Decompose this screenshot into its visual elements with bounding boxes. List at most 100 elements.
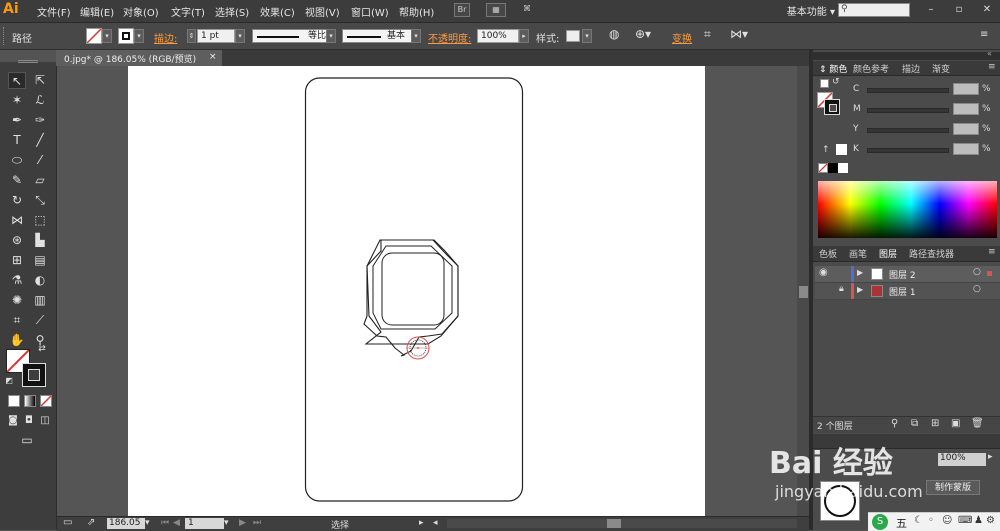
locate-object-icon[interactable]: ⚲ xyxy=(891,418,898,429)
frame-inner-screen[interactable] xyxy=(381,252,445,326)
fill-swatch[interactable] xyxy=(86,28,102,44)
selection-tool-icon[interactable]: ↖ xyxy=(8,72,26,89)
channel-k-slider[interactable] xyxy=(867,148,949,153)
zoom-dropdown[interactable]: ▾ xyxy=(145,518,150,528)
make-mask-button[interactable]: 制作蒙版 xyxy=(926,480,980,495)
keyboard-icon[interactable]: ⌨ xyxy=(958,515,972,526)
channel-m-input[interactable] xyxy=(953,103,979,115)
artboard-dropdown[interactable]: ▾ xyxy=(224,518,229,528)
stroke-weight-dropdown[interactable]: ▾ xyxy=(235,29,245,43)
perspective-grid-icon[interactable]: ▙ xyxy=(31,232,49,249)
visibility-eye-icon[interactable]: ◉ xyxy=(819,267,828,278)
cp-stroke-swatch[interactable] xyxy=(824,99,840,115)
horizontal-scrollbar[interactable] xyxy=(447,519,797,528)
gradient-mode-icon[interactable] xyxy=(24,395,36,407)
lock-icon[interactable]: 🔒︎ xyxy=(839,284,844,294)
transparency-opacity-input[interactable]: 100% xyxy=(938,453,986,466)
rotate-tool-icon[interactable]: ↻ xyxy=(8,192,26,209)
shape-builder-icon[interactable]: ⊛ xyxy=(8,232,26,249)
layers-panel-menu-icon[interactable]: ≡ xyxy=(988,247,996,257)
draw-inside-icon[interactable]: ◫ xyxy=(36,412,54,429)
next-artboard-icon[interactable]: ▶ xyxy=(239,518,246,528)
layer-target-icon[interactable]: ○ xyxy=(973,284,981,294)
slice-tool-icon[interactable]: ⟋ xyxy=(31,312,49,329)
stroke-weight-stepper[interactable]: ⇕ xyxy=(187,29,196,43)
comma-icon[interactable]: ◦ xyxy=(928,515,934,526)
pen-tool-icon[interactable]: ✒ xyxy=(8,112,26,129)
gradient-tool-icon[interactable]: ▤ xyxy=(31,252,49,269)
eraser-icon[interactable]: ▱ xyxy=(31,172,49,189)
transparency-opacity-dropdown[interactable]: ▸ xyxy=(988,452,993,462)
menu-effect[interactable]: 效果(C) xyxy=(260,4,295,19)
symbol-sprayer-icon[interactable]: ✺ xyxy=(8,292,26,309)
nav-icon[interactable]: ▭ xyxy=(63,517,72,528)
stroke-dropdown[interactable]: ▾ xyxy=(134,29,144,43)
mesh-tool-icon[interactable]: ⊞ xyxy=(8,252,26,269)
tab-color[interactable]: ⇕ 颜色 xyxy=(819,62,847,75)
panel-options-icon[interactable]: ⋈▾ xyxy=(730,27,748,41)
horizontal-scrollbar-thumb[interactable] xyxy=(607,519,621,528)
color-spectrum[interactable] xyxy=(818,181,997,238)
stroke-swatch[interactable] xyxy=(118,28,134,44)
gpu-performance-icon[interactable]: ⌘ xyxy=(519,3,535,17)
curvature-tool-icon[interactable]: ✑ xyxy=(31,112,49,129)
channel-y-slider[interactable] xyxy=(867,128,949,133)
transform-link[interactable]: 变换 xyxy=(672,30,692,45)
tab-stroke[interactable]: 描边 xyxy=(902,62,920,75)
delete-layer-icon[interactable]: 🗑︎ xyxy=(971,418,984,429)
menu-type[interactable]: 文字(T) xyxy=(171,4,205,19)
stroke-weight-input[interactable]: 1 pt xyxy=(197,29,235,43)
menu-object[interactable]: 对象(O) xyxy=(123,4,159,19)
user-icon[interactable]: ♟ xyxy=(974,515,983,526)
panel-menu-icon[interactable]: ≡ xyxy=(980,29,988,40)
expand-layer-icon[interactable]: ▶ xyxy=(857,285,863,294)
menu-help[interactable]: 帮助(H) xyxy=(399,4,434,19)
scale-tool-icon[interactable]: ⤡ xyxy=(31,192,49,209)
stroke-label[interactable]: 描边: xyxy=(154,30,177,45)
smile-icon[interactable]: ☺ xyxy=(942,515,952,526)
paintbrush-icon[interactable]: ⁄ xyxy=(31,152,49,169)
channel-m-slider[interactable] xyxy=(867,108,949,113)
channel-c-slider[interactable] xyxy=(867,88,949,93)
recolor-artwork-icon[interactable]: ◍ xyxy=(609,27,619,41)
hand-tool-icon[interactable]: ✋ xyxy=(8,332,26,349)
last-artboard-icon[interactable]: ⏭ xyxy=(253,518,261,528)
hscroll-left-icon[interactable]: ◂ xyxy=(433,518,438,528)
cp-default-icon[interactable] xyxy=(820,79,829,88)
document-tab-close-icon[interactable]: × xyxy=(209,52,217,62)
phone-outline[interactable] xyxy=(304,77,524,502)
graphic-style-swatch[interactable] xyxy=(566,30,580,42)
tab-color-guide[interactable]: 颜色参考 xyxy=(853,62,889,75)
layer-target-icon[interactable]: ○ xyxy=(973,267,981,277)
settings-icon[interactable]: ⚙ xyxy=(986,515,995,526)
channel-k-input[interactable] xyxy=(953,143,979,155)
menu-edit[interactable]: 编辑(E) xyxy=(80,4,114,19)
close-icon[interactable]: ✕ xyxy=(980,4,994,16)
artboard-number-input[interactable]: 1 xyxy=(185,518,224,529)
ellipse-tool-icon[interactable]: ⬭ xyxy=(8,152,26,169)
minimize-icon[interactable]: – xyxy=(924,4,938,16)
white-color-chip[interactable] xyxy=(838,163,848,173)
layer-row[interactable]: ◉ ▶ 图层 2 ○ xyxy=(815,266,1000,283)
type-tool-icon[interactable]: T xyxy=(8,132,26,149)
color-panel-menu-icon[interactable]: ≡ xyxy=(988,62,996,72)
vertical-scrollbar-thumb[interactable] xyxy=(799,286,808,298)
new-sublayer-icon[interactable]: ⊞ xyxy=(931,418,939,429)
graphic-style-dropdown[interactable]: ▾ xyxy=(582,29,592,43)
menu-window[interactable]: 窗口(W) xyxy=(351,4,389,19)
none-mode-icon[interactable] xyxy=(40,395,52,407)
new-layer-icon[interactable]: ▣ xyxy=(951,418,960,429)
black-color-chip[interactable] xyxy=(828,163,838,173)
layer-row[interactable]: 🔒︎ ▶ 图层 1 ○ xyxy=(815,283,1000,300)
first-artboard-icon[interactable]: ⏮ xyxy=(161,518,169,528)
none-color-chip[interactable] xyxy=(818,163,828,173)
line-tool-icon[interactable]: ╱ xyxy=(31,132,49,149)
restore-icon[interactable]: ▫ xyxy=(952,4,966,16)
gamut-swatch[interactable] xyxy=(836,144,847,155)
prev-artboard-icon[interactable]: ◀ xyxy=(173,518,180,528)
color-mode-icon[interactable] xyxy=(8,395,20,407)
align-icon[interactable]: ⊕▾ xyxy=(635,27,651,41)
variable-width-profile[interactable]: 等比 xyxy=(252,29,336,43)
pencil-tool-icon[interactable]: ✎ xyxy=(8,172,26,189)
magic-wand-icon[interactable]: ✶ xyxy=(8,92,26,109)
